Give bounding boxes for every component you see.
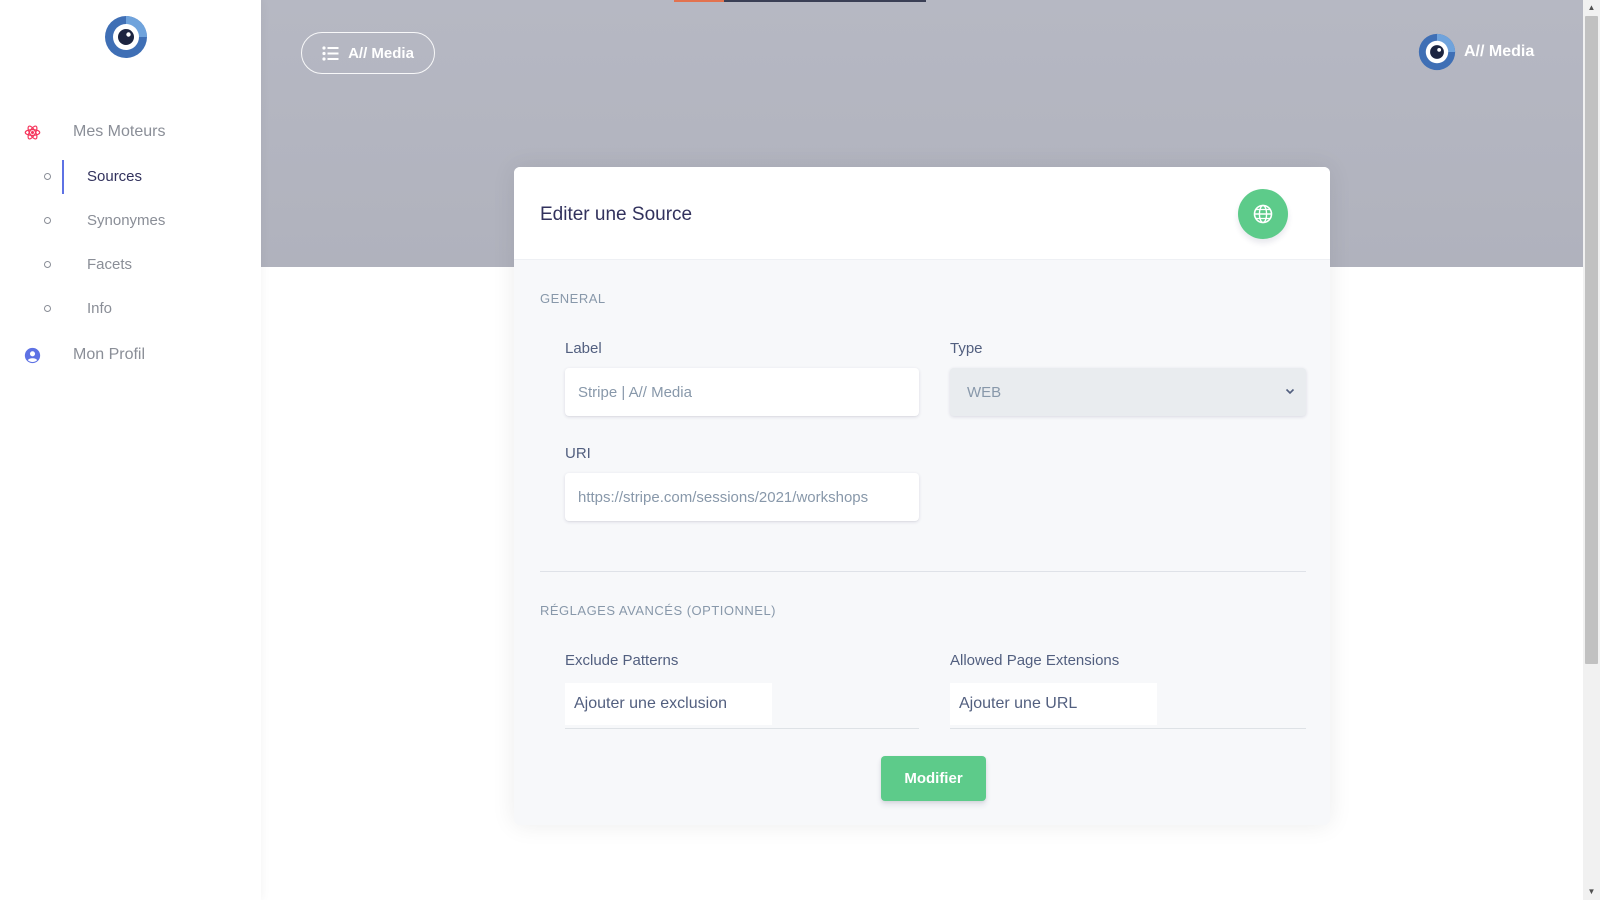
exclude-patterns-input[interactable]: Ajouter une exclusion bbox=[565, 683, 772, 725]
list-icon bbox=[322, 45, 339, 61]
sidebar-subitem-label: Sources bbox=[87, 168, 143, 185]
section-title-advanced: RÉGLAGES AVANCÉS (OPTIONNEL) bbox=[540, 603, 777, 618]
atom-icon bbox=[24, 125, 41, 140]
allowed-extensions-label: Allowed Page Extensions bbox=[950, 652, 1120, 669]
active-indicator bbox=[62, 160, 64, 194]
scroll-up-icon[interactable]: ▲ bbox=[1583, 0, 1600, 16]
allowed-extensions-input[interactable]: Ajouter une URL bbox=[950, 683, 1157, 725]
card-header: Editer une Source bbox=[514, 167, 1330, 260]
page-scrollbar[interactable]: ▲ ▼ bbox=[1583, 0, 1600, 900]
type-select[interactable]: WEB bbox=[950, 368, 1306, 416]
sidebar-item-mon-profil[interactable]: Mon Profil bbox=[0, 340, 261, 370]
bullet-icon bbox=[44, 217, 51, 224]
label-input[interactable]: Stripe | A// Media bbox=[565, 368, 919, 416]
edit-source-card: Editer une Source GENERAL Label Stripe |… bbox=[514, 167, 1330, 825]
bullet-icon bbox=[44, 261, 51, 268]
sidebar-subitem-facets[interactable]: Facets bbox=[0, 248, 261, 282]
type-field-label: Type bbox=[950, 340, 983, 357]
menu-toggle-button[interactable]: A// Media bbox=[301, 32, 435, 74]
uri-input[interactable]: https://stripe.com/sessions/2021/worksho… bbox=[565, 473, 919, 521]
sidebar-item-label: Mes Moteurs bbox=[73, 123, 166, 140]
scrollbar-thumb[interactable] bbox=[1585, 16, 1598, 664]
bullet-icon bbox=[44, 173, 51, 180]
globe-icon bbox=[1253, 204, 1273, 224]
sidebar-subitem-label: Info bbox=[87, 300, 113, 317]
label-field-label: Label bbox=[565, 340, 602, 357]
sidebar-subitem-synonymes[interactable]: Synonymes bbox=[0, 204, 261, 238]
menu-toggle-label: A// Media bbox=[348, 44, 414, 62]
sidebar-subitem-info[interactable]: Info bbox=[0, 292, 261, 326]
card-title: Editer une Source bbox=[540, 204, 693, 225]
sidebar-item-label: Mon Profil bbox=[73, 346, 146, 363]
bullet-icon bbox=[44, 305, 51, 312]
exclude-patterns-label: Exclude Patterns bbox=[565, 652, 679, 669]
user-circle-icon bbox=[24, 347, 41, 364]
sidebar-item-mes-moteurs[interactable]: Mes Moteurs bbox=[0, 117, 261, 147]
app-logo-icon[interactable] bbox=[104, 15, 148, 59]
sidebar: Mes Moteurs Sources Synonymes Facets Inf… bbox=[0, 0, 261, 900]
source-type-button[interactable] bbox=[1238, 189, 1288, 239]
chevron-down-icon bbox=[1285, 388, 1295, 395]
uri-field-label: URI bbox=[565, 445, 591, 462]
section-divider bbox=[540, 571, 1306, 572]
scroll-down-icon[interactable]: ▼ bbox=[1583, 884, 1600, 900]
modifier-button[interactable]: Modifier bbox=[881, 756, 986, 801]
loading-progress-fill bbox=[674, 0, 725, 2]
section-title-general: GENERAL bbox=[540, 291, 606, 306]
brand-account[interactable]: A// Media bbox=[1418, 32, 1534, 72]
allowed-extensions-field: Ajouter une URL bbox=[950, 683, 1306, 729]
brand-logo-icon bbox=[1418, 33, 1456, 71]
brand-name: A// Media bbox=[1464, 43, 1535, 60]
sidebar-subitem-label: Synonymes bbox=[87, 212, 166, 229]
sidebar-subitem-sources[interactable]: Sources bbox=[0, 160, 261, 194]
type-select-value: WEB bbox=[967, 383, 1002, 401]
exclude-patterns-field: Ajouter une exclusion bbox=[565, 683, 919, 729]
loading-progress-bar bbox=[674, 0, 926, 2]
sidebar-subitem-label: Facets bbox=[87, 256, 133, 273]
